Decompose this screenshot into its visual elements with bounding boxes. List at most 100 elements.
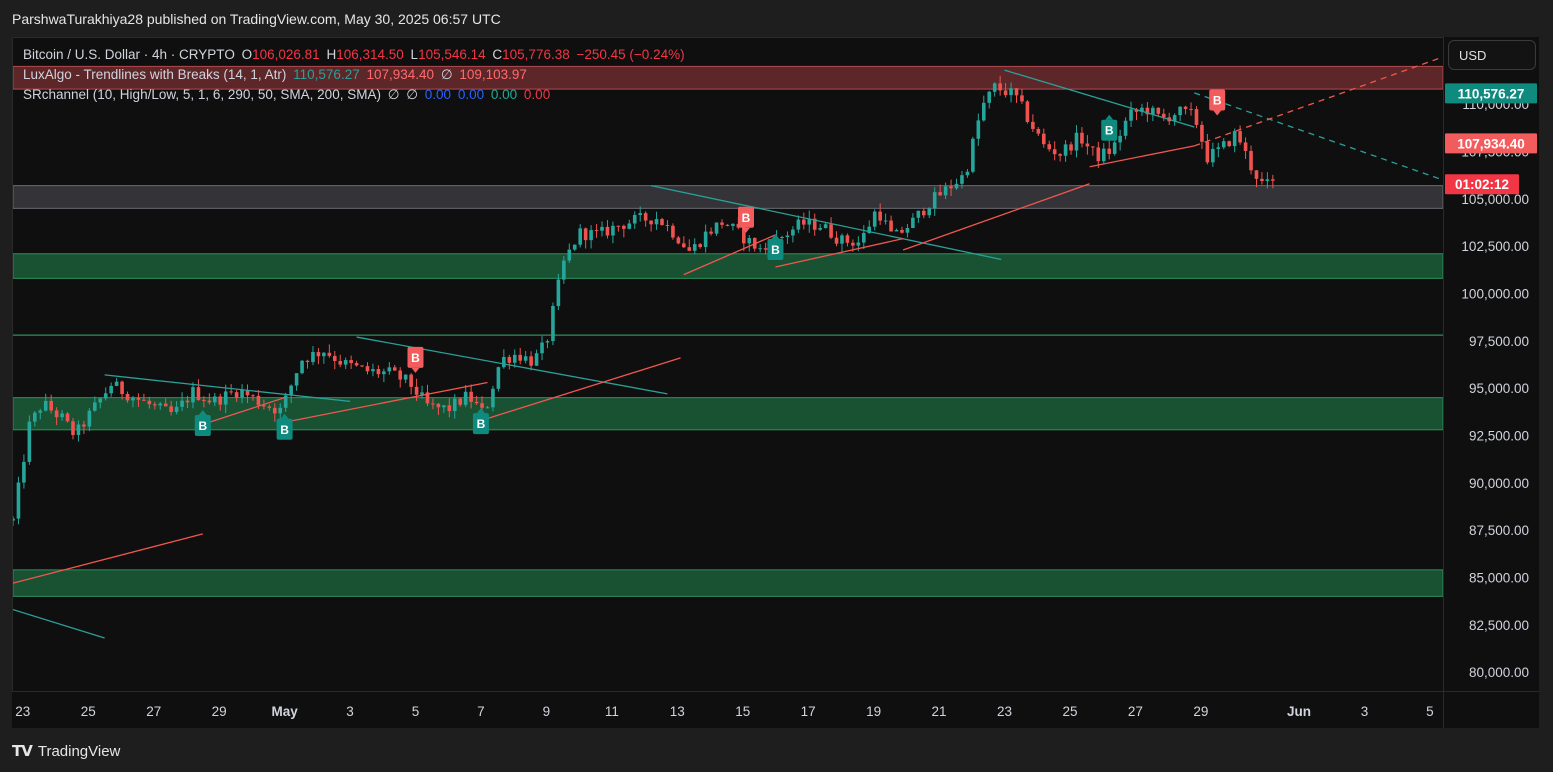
- candle-body: [856, 242, 861, 246]
- candle-body: [556, 279, 561, 307]
- candle-body: [589, 230, 593, 241]
- candle-body: [191, 387, 195, 403]
- srchannel-na-1: ∅: [387, 87, 400, 102]
- candle-body: [572, 244, 577, 250]
- candle-body: [202, 400, 206, 402]
- candle-body: [267, 406, 272, 408]
- candle-body: [251, 395, 255, 397]
- candle-body: [632, 215, 637, 224]
- candle-body: [180, 400, 184, 407]
- candle-body: [916, 210, 921, 218]
- candlestick-chart[interactable]: B B B B B B B B 80,000.00 82,500.00 85,000.00 87,50…: [0, 0, 1553, 772]
- candle-body: [485, 407, 490, 409]
- candle-body: [71, 421, 75, 436]
- x-tick-label: 29: [212, 704, 227, 719]
- candle-body: [447, 405, 452, 412]
- candle-body: [491, 388, 495, 408]
- candle-body: [354, 363, 359, 366]
- candle-body: [1020, 95, 1024, 102]
- candle-body: [87, 410, 92, 427]
- candle-body: [327, 352, 332, 356]
- break-label-text: B: [477, 417, 486, 431]
- candle-body: [1200, 124, 1204, 142]
- candle-body: [1031, 121, 1035, 129]
- candle-body: [971, 138, 975, 172]
- candle-body: [534, 353, 539, 366]
- candle-body: [818, 228, 822, 230]
- candle-body: [452, 398, 457, 412]
- x-tick-label: 3: [1361, 704, 1369, 719]
- candle-body: [1036, 128, 1041, 134]
- candle-body: [911, 217, 915, 229]
- candle-body: [529, 356, 533, 366]
- footer-brand[interactable]: TV TradingView: [12, 740, 120, 762]
- candle-body: [938, 192, 942, 196]
- candle-body: [1101, 148, 1106, 162]
- x-tick-label: 23: [997, 704, 1012, 719]
- candle-body: [671, 225, 675, 238]
- candle-body: [174, 406, 179, 412]
- y-tick-label: 102,500.00: [1461, 239, 1529, 254]
- candle-body: [153, 404, 157, 406]
- legend-luxalgo-row[interactable]: LuxAlgo - Trendlines with Breaks (14, 1,…: [23, 65, 688, 85]
- candle-body: [114, 381, 119, 386]
- candle-body: [409, 374, 413, 387]
- trendline-5: [356, 336, 668, 395]
- trendline-1: [13, 608, 105, 639]
- candle-body: [60, 413, 64, 418]
- candle-body: [1063, 144, 1068, 156]
- candle-body: [1227, 141, 1232, 147]
- candle-body: [823, 224, 828, 229]
- candle-body: [360, 365, 364, 367]
- candle-body: [992, 83, 997, 92]
- candle-body: [414, 386, 419, 395]
- close-value: 105,776.38: [502, 47, 570, 62]
- candle-body: [431, 403, 435, 405]
- candle-body: [49, 400, 53, 411]
- break-label-text: B: [742, 211, 751, 225]
- candle-body: [136, 397, 141, 400]
- candle-body: [1216, 147, 1221, 149]
- x-tick-label: 27: [1128, 704, 1143, 719]
- candle-body: [1178, 106, 1182, 116]
- open-value: 106,026.81: [252, 47, 320, 62]
- candle-body: [1096, 147, 1101, 162]
- y-tick-label: 87,500.00: [1469, 523, 1529, 538]
- candle-body: [316, 352, 321, 357]
- luxalgo-value-2: 107,934.40: [366, 67, 435, 82]
- candle-body: [829, 224, 833, 238]
- candle-body: [692, 244, 697, 251]
- candle-body: [1041, 133, 1046, 145]
- y-tick-label: 80,000.00: [1469, 665, 1529, 680]
- candle-body: [1211, 148, 1215, 163]
- candle-body: [240, 389, 244, 398]
- candle-body: [567, 249, 572, 261]
- candle-body: [463, 391, 468, 405]
- legend-symbol-row[interactable]: Bitcoin / U.S. Dollar · 4h · CRYPTO O106…: [23, 45, 688, 65]
- candle-body: [103, 393, 108, 399]
- candle-body: [889, 220, 893, 232]
- candle-body: [687, 247, 692, 251]
- candle-body: [1107, 148, 1112, 154]
- candle-body: [927, 208, 932, 216]
- candle-body: [1091, 146, 1095, 148]
- candle-body: [943, 186, 948, 196]
- currency-button[interactable]: USD: [1448, 40, 1536, 70]
- srchannel-name: SRchannel (10, High/Low, 5, 1, 6, 290, 5…: [23, 87, 381, 102]
- candle-body: [332, 355, 337, 361]
- y-tick-label: 95,000.00: [1469, 381, 1529, 396]
- candle-body: [654, 219, 659, 225]
- candle-body: [218, 396, 223, 405]
- candle-body: [1058, 154, 1062, 156]
- open-label: O: [241, 47, 253, 62]
- candle-body: [469, 391, 473, 402]
- legend-srchannel-row[interactable]: SRchannel (10, High/Low, 5, 1, 6, 290, 5…: [23, 85, 688, 105]
- candle-body: [1009, 88, 1013, 96]
- candle-body: [720, 222, 724, 225]
- candle-body: [387, 367, 392, 372]
- candle-body: [523, 356, 528, 361]
- srchannel-value-3: 0.00: [490, 87, 518, 102]
- candle-body: [976, 120, 981, 139]
- candle-body: [622, 225, 626, 229]
- candle-body: [496, 367, 501, 389]
